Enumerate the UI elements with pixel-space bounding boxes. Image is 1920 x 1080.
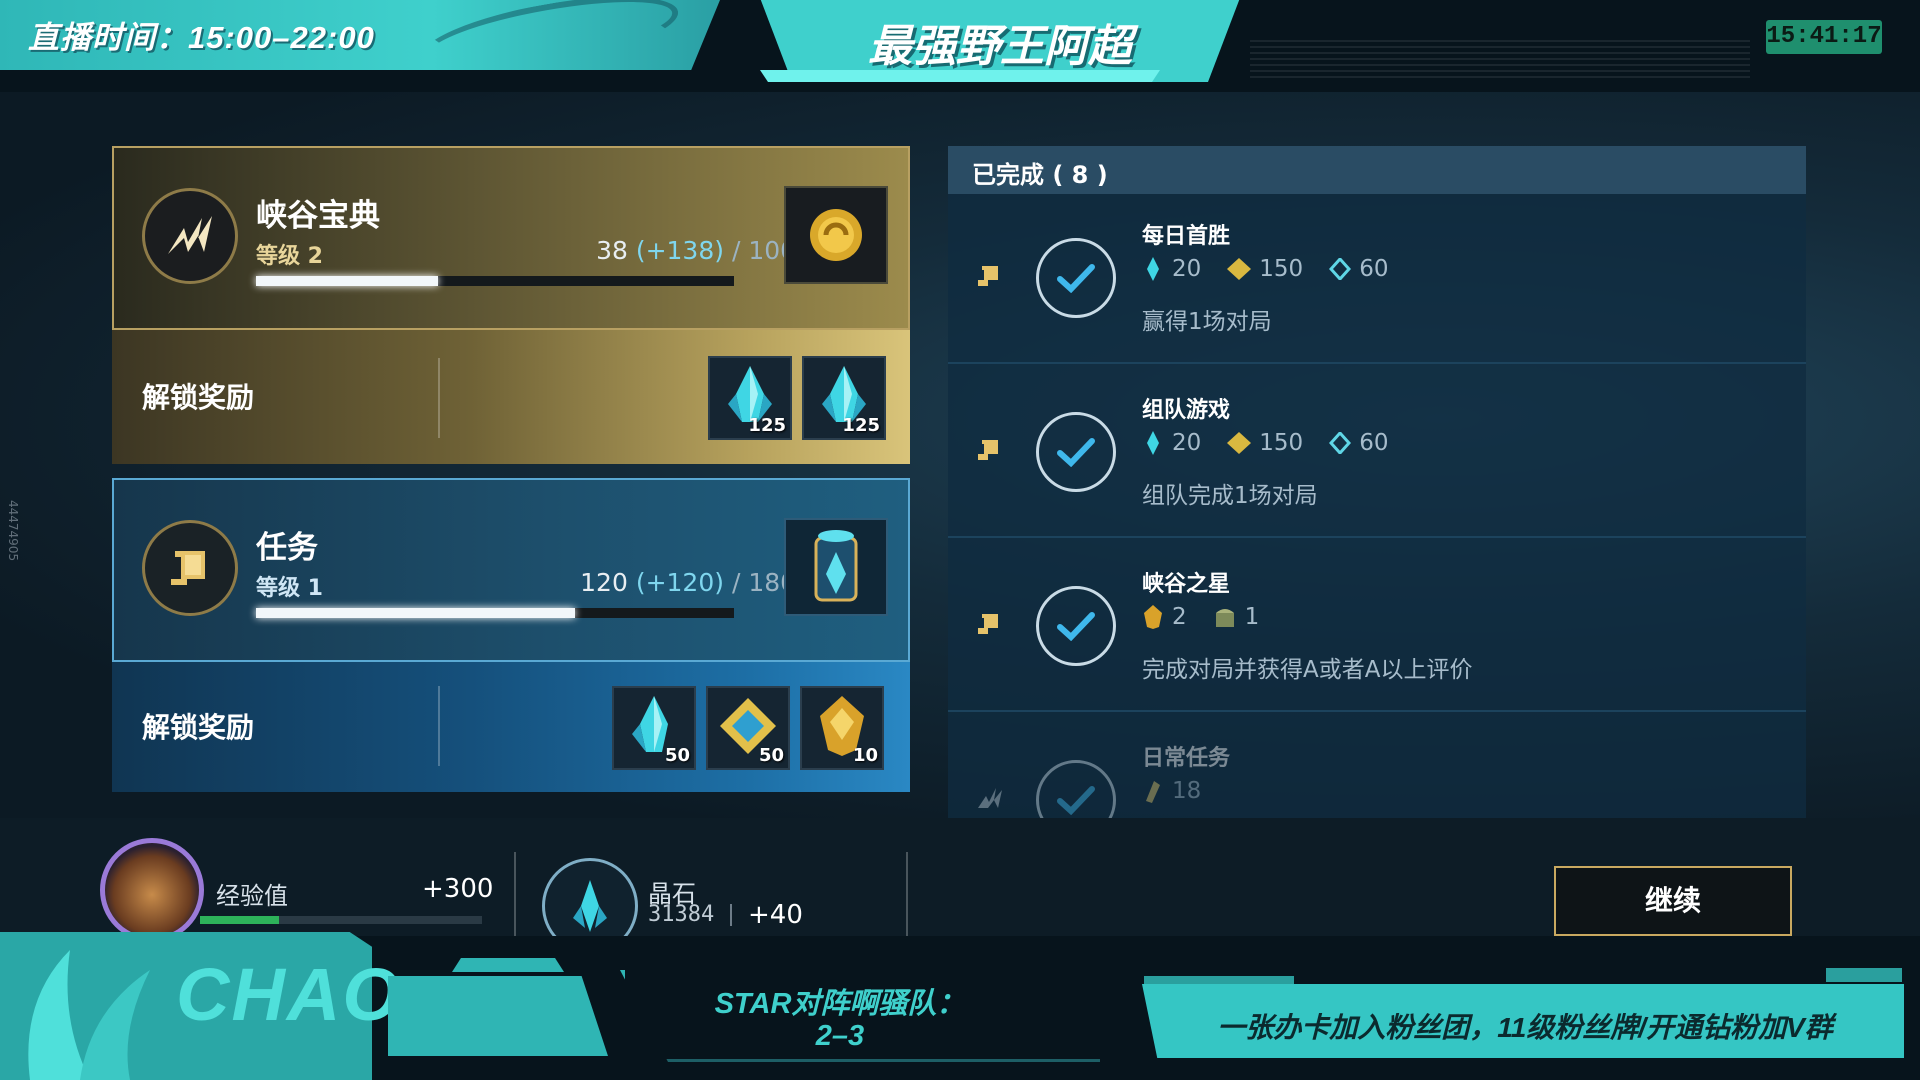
quest-rewards: 20 150 60 xyxy=(1142,256,1388,282)
promo-text: 一张办卡加入粉丝团，11级粉丝牌/开通钻粉加V群 xyxy=(1217,1012,1833,1043)
completed-title: 已完成 ( 8 ) xyxy=(972,161,1108,189)
xp-crystal-icon xyxy=(1329,258,1352,280)
completed-list[interactable]: 每日首胜 20 150 60 赢得1场对局 组队游戏 20 150 60 组队完… xyxy=(948,194,1806,818)
pass-panel[interactable]: 峡谷宝典 等级 2 38 (+138) / 100 xyxy=(112,146,910,330)
quest-description: 组队完成1场对局 xyxy=(1142,483,1318,509)
list-item[interactable]: 峡谷之星 2 1 完成对局并获得A或者A以上评价 xyxy=(948,542,1806,712)
check-icon xyxy=(1036,586,1116,666)
quest-rewards: 18 xyxy=(1142,778,1201,804)
exp-progress-bar xyxy=(200,916,482,924)
tasks-panel[interactable]: 任务 等级 1 120 (+120) / 180 xyxy=(112,478,910,662)
reward-item[interactable]: 125 xyxy=(802,356,886,440)
list-item[interactable]: 每日首胜 20 150 60 赢得1场对局 xyxy=(948,194,1806,364)
tasks-unlock-label: 解锁奖励 xyxy=(142,711,255,744)
pass-progress-fill xyxy=(256,276,438,286)
lightning-icon xyxy=(978,788,1002,808)
crystal-capsule-icon[interactable] xyxy=(784,518,888,616)
stream-title: 最强野王阿超 xyxy=(868,22,1132,71)
reward-item[interactable]: 50 xyxy=(612,686,696,770)
pass-reward-row: 解锁奖励 125 125 xyxy=(112,330,910,464)
decor-bar xyxy=(388,976,608,1056)
scroll-icon xyxy=(978,266,998,286)
crystal-gain: +40 xyxy=(748,900,803,930)
tasks-progress-text: 120 (+120) / 180 xyxy=(494,568,834,597)
gold-emblem-icon xyxy=(1144,605,1162,629)
avatar xyxy=(100,838,204,942)
crystal-icon xyxy=(1147,431,1159,455)
pass-progress-text: 38 (+138) / 100 xyxy=(494,236,834,265)
list-item[interactable]: 组队游戏 20 150 60 组队完成1场对局 xyxy=(948,368,1806,538)
completed-header: 已完成 ( 8 ) xyxy=(948,146,1806,194)
xp-crystal-icon xyxy=(1329,432,1352,454)
list-item[interactable]: 日常任务 18 xyxy=(948,716,1806,818)
token-icon xyxy=(1146,781,1160,803)
scroll-icon xyxy=(978,440,998,460)
reward-item[interactable]: 10 xyxy=(800,686,884,770)
stream-top-bar: 直播时间：15:00–22:00 最强野王阿超 15:41:17 xyxy=(0,0,1920,92)
reward-qty: 50 xyxy=(664,745,690,766)
exp-label: 经验值 xyxy=(216,882,288,910)
live-schedule-text: 直播时间：15:00–22:00 xyxy=(28,20,375,55)
exp-gain: +300 xyxy=(422,874,494,904)
pass-unlock-label: 解锁奖励 xyxy=(142,381,255,414)
score-title: STAR对阵啊骚队： xyxy=(714,988,966,1020)
quest-description: 完成对局并获得A或者A以上评价 xyxy=(1142,657,1473,683)
pass-progress-bar xyxy=(256,276,734,286)
tasks-progress-fill xyxy=(256,608,575,618)
tasks-reward-row: 解锁奖励 50 50 10 xyxy=(112,662,910,792)
quest-rewards: 2 1 xyxy=(1142,604,1259,630)
reward-qty: 50 xyxy=(758,745,784,766)
crystal-icon xyxy=(1147,257,1159,281)
pass-level: 等级 2 xyxy=(256,244,323,269)
brand-logo-text: CHAO xyxy=(176,953,402,1036)
reward-qty: 125 xyxy=(748,415,786,436)
quest-rewards: 20 150 60 xyxy=(1142,430,1388,456)
side-id-text: 44474905 xyxy=(6,500,20,562)
check-icon xyxy=(1036,238,1116,318)
quest-name: 每日首胜 xyxy=(1142,224,1231,249)
leaf-logo-icon xyxy=(28,950,150,1080)
rune-icon xyxy=(1227,258,1252,280)
check-icon xyxy=(1036,760,1116,818)
pass-title: 峡谷宝典 xyxy=(256,198,380,234)
clock: 15:41:17 xyxy=(1766,20,1882,54)
crystal-total: 31384 xyxy=(648,902,715,927)
scroll-icon xyxy=(978,614,998,634)
quest-name: 峡谷之星 xyxy=(1142,572,1231,597)
reward-qty: 125 xyxy=(842,415,880,436)
exp-progress-fill xyxy=(200,916,279,924)
tasks-progress-bar xyxy=(256,608,734,618)
rune-icon xyxy=(1227,432,1252,454)
reward-item[interactable]: 50 xyxy=(706,686,790,770)
gold-token-icon[interactable] xyxy=(784,186,888,284)
reward-qty: 10 xyxy=(852,745,878,766)
tasks-title: 任务 xyxy=(256,530,318,566)
quest-name: 日常任务 xyxy=(1142,746,1231,771)
check-icon xyxy=(1036,412,1116,492)
quest-description: 赢得1场对局 xyxy=(1142,309,1272,335)
reward-item[interactable]: 125 xyxy=(708,356,792,440)
tasks-level: 等级 1 xyxy=(256,576,323,601)
chest-icon xyxy=(1215,609,1234,627)
quest-name: 组队游戏 xyxy=(1142,398,1231,423)
scroll-icon xyxy=(142,520,238,616)
score-value: 2–3 xyxy=(815,1020,865,1052)
continue-button[interactable]: 继续 xyxy=(1554,866,1792,936)
lightning-icon xyxy=(142,188,238,284)
